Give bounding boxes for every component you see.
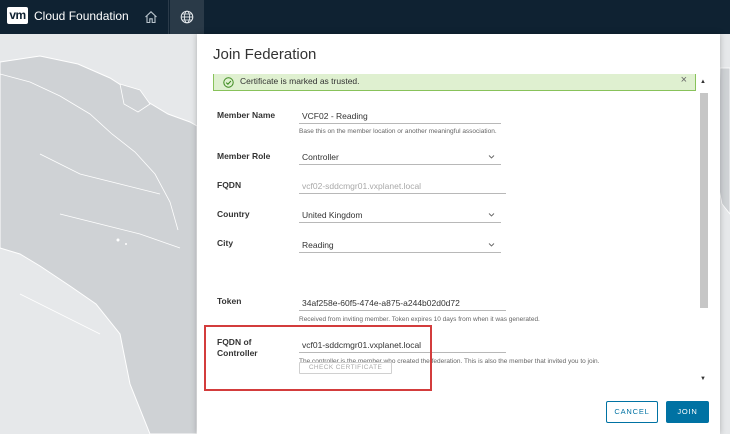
- scroll-up-icon[interactable]: ▲: [700, 79, 706, 85]
- member-name-value: VCF02 - Reading: [302, 111, 368, 121]
- member-role-select[interactable]: Controller: [299, 150, 501, 165]
- modal-scrollbar[interactable]: ▲ ▼: [698, 76, 710, 385]
- member-role-label: Member Role: [217, 151, 271, 161]
- country-select[interactable]: United Kingdom: [299, 208, 501, 223]
- city-value: Reading: [302, 240, 334, 250]
- join-button[interactable]: JOIN: [666, 401, 709, 423]
- home-nav-button[interactable]: [134, 0, 168, 34]
- success-alert: Certificate is marked as trusted. ×: [213, 74, 696, 91]
- highlight-box: [204, 325, 432, 391]
- city-label: City: [217, 238, 234, 248]
- globe-nav-button[interactable]: [170, 0, 204, 34]
- globe-icon: [180, 10, 194, 24]
- fqdn-label: FQDN: [217, 180, 242, 190]
- vmware-logo: vm: [7, 7, 28, 24]
- app-title: Cloud Foundation: [34, 9, 129, 23]
- token-label: Token: [217, 296, 242, 306]
- alert-text: Certificate is marked as trusted.: [240, 76, 360, 86]
- home-icon: [145, 11, 157, 24]
- city-select[interactable]: Reading: [299, 238, 501, 253]
- member-name-label: Member Name: [217, 110, 276, 120]
- cancel-button[interactable]: CANCEL: [606, 401, 658, 423]
- chevron-down-icon: [488, 155, 495, 159]
- fqdn-input: vcf02-sddcmgr01.vxplanet.local: [299, 179, 506, 194]
- scroll-down-icon[interactable]: ▼: [700, 376, 706, 382]
- member-role-value: Controller: [302, 152, 339, 162]
- country-value: United Kingdom: [302, 210, 363, 220]
- modal-title: Join Federation: [213, 46, 317, 63]
- nav-divider: [168, 0, 169, 34]
- chevron-down-icon: [488, 213, 495, 217]
- top-nav-bar: vm Cloud Foundation: [0, 0, 730, 34]
- token-value: 34af258e-60f5-474e-a875-a244b02d0d72: [302, 298, 460, 308]
- token-input[interactable]: 34af258e-60f5-474e-a875-a244b02d0d72: [299, 296, 506, 311]
- fqdn-value: vcf02-sddcmgr01.vxplanet.local: [302, 181, 422, 191]
- token-helper: Received from inviting member. Token exp…: [299, 316, 540, 323]
- country-label: Country: [217, 209, 250, 219]
- chevron-down-icon: [488, 243, 495, 247]
- member-name-input[interactable]: VCF02 - Reading: [299, 109, 501, 124]
- alert-close-icon[interactable]: ×: [681, 74, 687, 86]
- member-name-helper: Base this on the member location or anot…: [299, 128, 497, 135]
- scroll-thumb[interactable]: [700, 93, 708, 308]
- check-circle-icon: [223, 77, 234, 88]
